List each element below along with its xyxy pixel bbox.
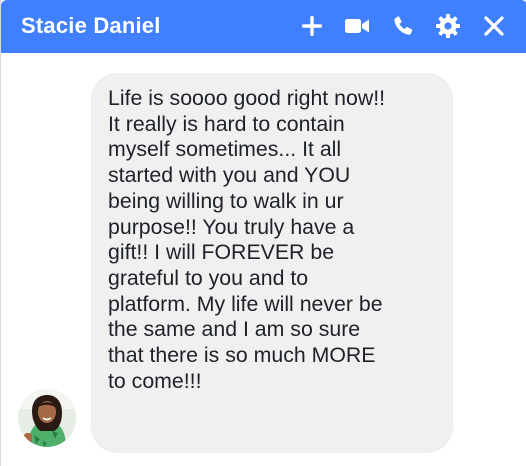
- chat-header: Stacie Daniel: [1, 0, 526, 53]
- plus-icon[interactable]: [298, 12, 326, 40]
- message-bubble[interactable]: Life is soooo good right now!! It really…: [91, 73, 453, 453]
- gear-icon[interactable]: [434, 12, 462, 40]
- close-icon[interactable]: [480, 12, 508, 40]
- avatar[interactable]: [18, 389, 76, 447]
- phone-icon[interactable]: [389, 12, 417, 40]
- video-camera-icon[interactable]: [343, 12, 371, 40]
- chat-window: Stacie Daniel Life is soooo good right n…: [0, 0, 526, 466]
- contact-name[interactable]: Stacie Daniel: [21, 13, 161, 39]
